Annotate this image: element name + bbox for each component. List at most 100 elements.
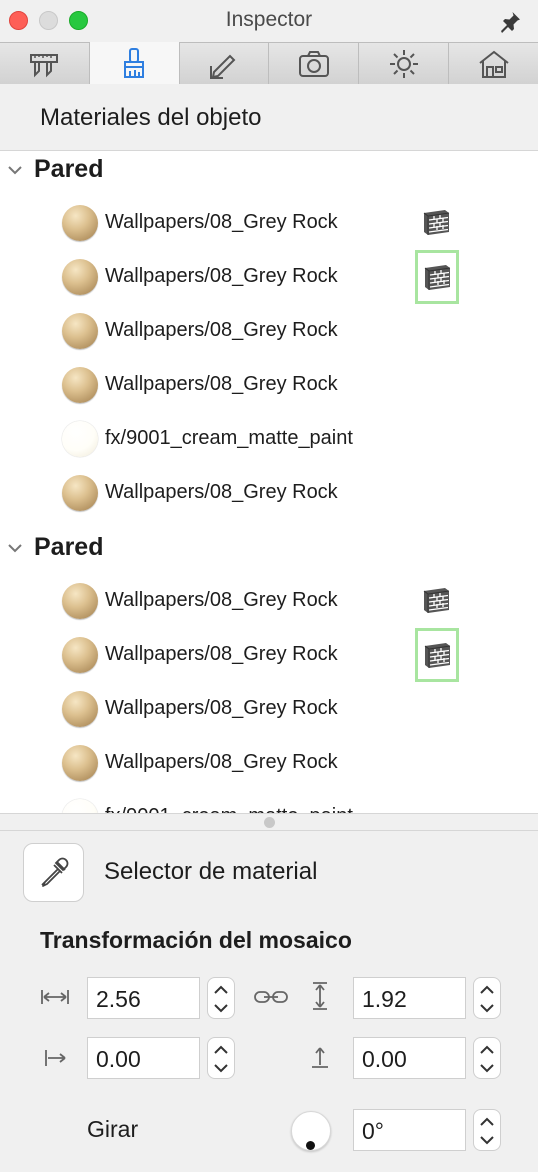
- material-swatch: [62, 313, 98, 349]
- chevron-down-icon[interactable]: [479, 1135, 495, 1145]
- material-swatch: [62, 745, 98, 781]
- brick-wall-icon: [424, 643, 451, 668]
- material-picker-button[interactable]: [23, 843, 84, 902]
- group-header[interactable]: Pared: [0, 151, 538, 191]
- chevron-down-icon[interactable]: [6, 539, 24, 557]
- pencil-icon: [210, 54, 236, 79]
- offset-x-stepper[interactable]: [207, 1037, 235, 1079]
- material-row[interactable]: fx/9001_cream_matte_paint: [0, 412, 538, 466]
- pin-icon[interactable]: [498, 10, 522, 34]
- material-name: Wallpapers/08_Grey Rock: [105, 319, 338, 341]
- material-swatch: [62, 367, 98, 403]
- material-row[interactable]: Wallpapers/08_Grey Rock: [0, 250, 538, 304]
- offset-x-icon: [45, 1050, 66, 1066]
- material-row[interactable]: Wallpapers/08_Grey Rock: [0, 304, 538, 358]
- material-row[interactable]: Wallpapers/08_Grey Rock: [0, 196, 538, 250]
- wall-material-button[interactable]: [421, 586, 453, 616]
- chevron-down-icon[interactable]: [213, 1063, 229, 1073]
- brick-wall-icon: [423, 210, 450, 235]
- material-swatch: [62, 421, 98, 457]
- material-name: Wallpapers/08_Grey Rock: [105, 265, 338, 287]
- material-row[interactable]: Wallpapers/08_Grey Rock: [0, 358, 538, 412]
- rotate-label: Girar: [87, 1116, 139, 1142]
- tile-width-stepper[interactable]: [207, 977, 235, 1019]
- window-title: Inspector: [225, 8, 313, 31]
- tile-height-field[interactable]: 1.92: [353, 977, 466, 1019]
- chevron-down-icon[interactable]: [213, 1003, 229, 1013]
- wall-material-button[interactable]: [421, 208, 453, 238]
- material-swatch: [62, 475, 98, 511]
- offset-y-stepper[interactable]: [473, 1037, 501, 1079]
- chevron-up-icon[interactable]: [479, 985, 495, 995]
- material-row[interactable]: Wallpapers/08_Grey Rock: [0, 628, 538, 682]
- wall-material-button-selected[interactable]: [415, 250, 459, 304]
- material-list[interactable]: Pared Wallpapers/08_Grey Rock Wallpapers…: [0, 151, 538, 813]
- house-icon: [478, 50, 509, 78]
- rotation-dial-indicator: [306, 1141, 315, 1150]
- material-name: Wallpapers/08_Grey Rock: [105, 211, 338, 233]
- group-header[interactable]: Pared: [0, 529, 538, 569]
- material-row[interactable]: Wallpapers/08_Grey Rock: [0, 736, 538, 790]
- material-swatch: [62, 205, 98, 241]
- panel-splitter[interactable]: [0, 813, 538, 831]
- tile-transform-title: Transformación del mosaico: [40, 927, 352, 953]
- material-swatch: [62, 583, 98, 619]
- tab-building[interactable]: [449, 42, 538, 84]
- rotation-field[interactable]: 0°: [353, 1109, 466, 1151]
- brick-wall-icon: [424, 265, 451, 290]
- material-name: Wallpapers/08_Grey Rock: [105, 373, 338, 395]
- height-arrows-icon: [313, 982, 327, 1010]
- material-swatch: [62, 637, 98, 673]
- sun-icon: [389, 49, 418, 78]
- material-name: Wallpapers/08_Grey Rock: [105, 481, 338, 503]
- material-row[interactable]: fx/9001_cream_matte_paint: [0, 790, 538, 813]
- tab-dimensions[interactable]: [0, 42, 90, 84]
- material-name: fx/9001_cream_matte_paint: [105, 427, 353, 449]
- chevron-up-icon[interactable]: [213, 985, 229, 995]
- material-name: Wallpapers/08_Grey Rock: [105, 643, 338, 665]
- tab-edit[interactable]: [179, 42, 270, 84]
- chevron-down-icon[interactable]: [6, 161, 24, 179]
- tab-lighting[interactable]: [359, 42, 450, 84]
- tab-materials[interactable]: [89, 42, 180, 84]
- eyedropper-icon: [40, 857, 68, 887]
- group-label: Pared: [34, 533, 104, 561]
- section-header: Materiales del objeto: [0, 84, 538, 151]
- material-swatch: [62, 259, 98, 295]
- link-proportions-icon[interactable]: [253, 987, 289, 1007]
- caliper-ruler-icon: [30, 53, 59, 77]
- splitter-handle[interactable]: [264, 817, 275, 828]
- rotation-dial[interactable]: [291, 1111, 331, 1151]
- paint-brush-icon: [124, 48, 145, 78]
- camera-icon: [298, 50, 329, 77]
- chevron-up-icon[interactable]: [479, 1045, 495, 1055]
- page-title: Materiales del objeto: [40, 104, 262, 131]
- tab-camera[interactable]: [269, 42, 360, 84]
- chevron-down-icon[interactable]: [479, 1063, 495, 1073]
- chevron-up-icon[interactable]: [213, 1045, 229, 1055]
- rotation-stepper[interactable]: [473, 1109, 501, 1151]
- material-name: Wallpapers/08_Grey Rock: [105, 751, 338, 773]
- material-row[interactable]: Wallpapers/08_Grey Rock: [0, 574, 538, 628]
- wall-material-button-selected[interactable]: [415, 628, 459, 682]
- material-name: Wallpapers/08_Grey Rock: [105, 697, 338, 719]
- tile-height-stepper[interactable]: [473, 977, 501, 1019]
- material-row[interactable]: Wallpapers/08_Grey Rock: [0, 466, 538, 520]
- title-bar: Inspector: [0, 0, 538, 42]
- group-label: Pared: [34, 155, 104, 183]
- material-name: fx/9001_cream_matte_paint: [105, 805, 353, 813]
- offset-y-field[interactable]: 0.00: [353, 1037, 466, 1079]
- material-row[interactable]: Wallpapers/08_Grey Rock: [0, 682, 538, 736]
- chevron-up-icon[interactable]: [479, 1117, 495, 1127]
- offset-x-field[interactable]: 0.00: [87, 1037, 200, 1079]
- material-name: Wallpapers/08_Grey Rock: [105, 589, 338, 611]
- brick-wall-icon: [423, 588, 450, 613]
- width-arrows-icon: [41, 990, 69, 1004]
- material-swatch: [62, 799, 98, 813]
- material-picker-label: Selector de material: [104, 858, 318, 885]
- material-swatch: [62, 691, 98, 727]
- offset-y-icon: [312, 1047, 328, 1068]
- inspector-tabs: [0, 42, 538, 84]
- tile-width-field[interactable]: 2.56: [87, 977, 200, 1019]
- chevron-down-icon[interactable]: [479, 1003, 495, 1013]
